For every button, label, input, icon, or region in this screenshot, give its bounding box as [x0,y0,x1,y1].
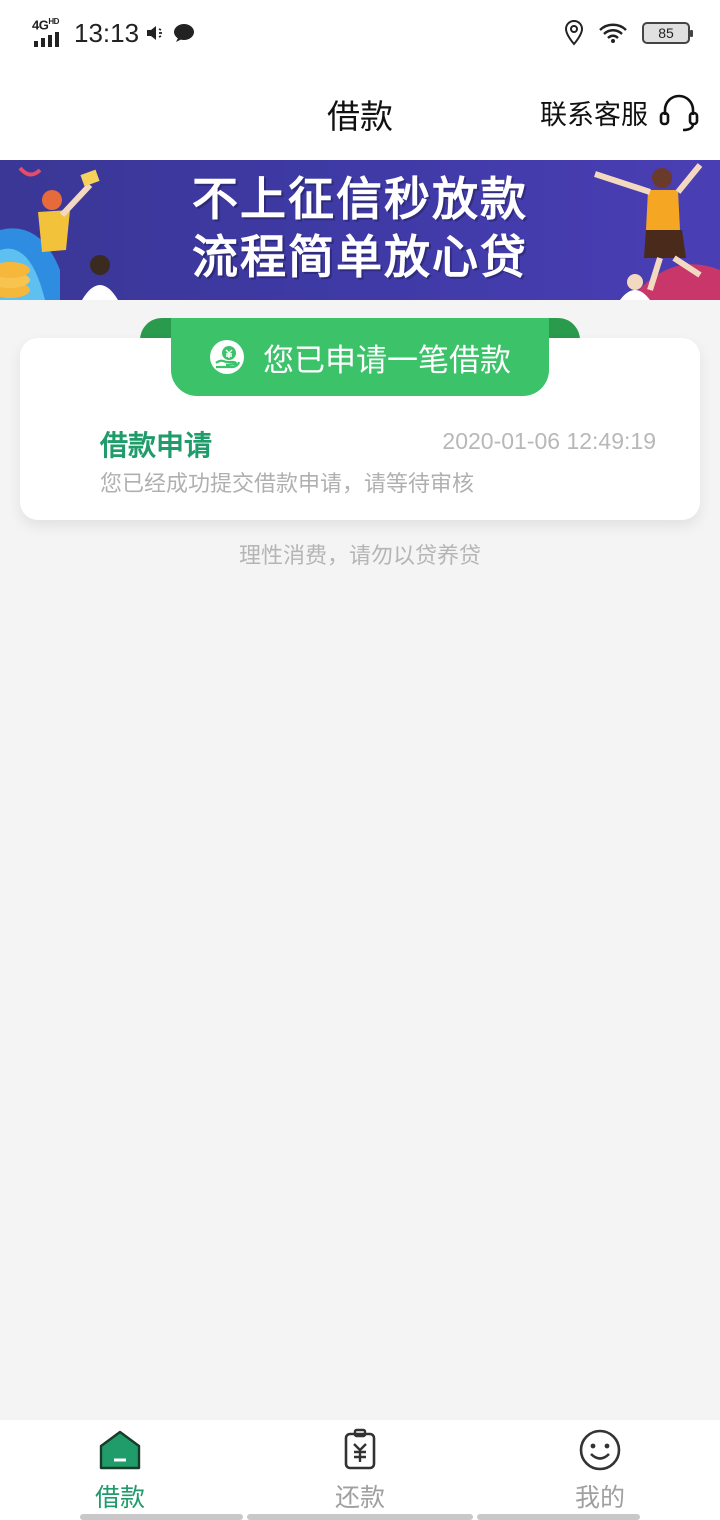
location-icon [564,20,584,46]
nav-item-mine[interactable]: 我的 [540,1428,660,1514]
loan-icon [210,340,244,374]
banner-illustration-right [594,163,720,300]
signal-icon: 4GHD [32,17,68,49]
promo-banner[interactable]: 不上征信秒放款 流程简单放心贷 [0,160,720,300]
status-bar: 4GHD 13:13 85 [0,0,720,64]
message-icon [174,24,195,42]
nav-indicator-mine [477,1514,640,1520]
status-left: 4GHD 13:13 [32,14,195,52]
nav-item-borrow[interactable]: 借款 [60,1428,180,1514]
responsible-lending-tip: 理性消费，请勿以贷养贷 [238,544,481,569]
app-header: 借款 联系客服 [0,64,720,160]
status-time: 13:13 [74,17,140,48]
contact-service-label: 联系客服 [540,99,648,131]
application-description: 您已经成功提交借款申请，请等待审核 [100,472,475,497]
network-type: 4GHD [32,17,59,33]
mute-icon [147,26,163,40]
contact-service-button[interactable]: 联系客服 [540,90,700,134]
status-right: 85 [564,16,693,50]
battery-level: 85 [658,25,674,41]
application-title: 借款申请 [100,429,213,462]
nav-label-mine: 我的 [574,1483,625,1512]
repay-icon [344,1428,376,1470]
smile-icon [579,1429,621,1471]
wifi-icon [599,23,627,43]
nav-item-repay[interactable]: 还款 [300,1428,420,1514]
headset-icon [659,94,699,132]
bottom-nav: 借款 还款 我的 [0,1420,720,1520]
nav-label-borrow: 借款 [94,1483,145,1512]
nav-label-repay: 还款 [334,1483,385,1512]
battery-icon: 85 [642,22,693,44]
application-time: 2020-01-06 12:49:19 [442,428,656,454]
home-icon [99,1430,141,1470]
status-pill: 您已申请一笔借款 [171,318,549,396]
nav-indicator-repay [247,1514,473,1520]
nav-indicator-borrow [80,1514,243,1520]
status-pill-label: 您已申请一笔借款 [263,342,511,379]
